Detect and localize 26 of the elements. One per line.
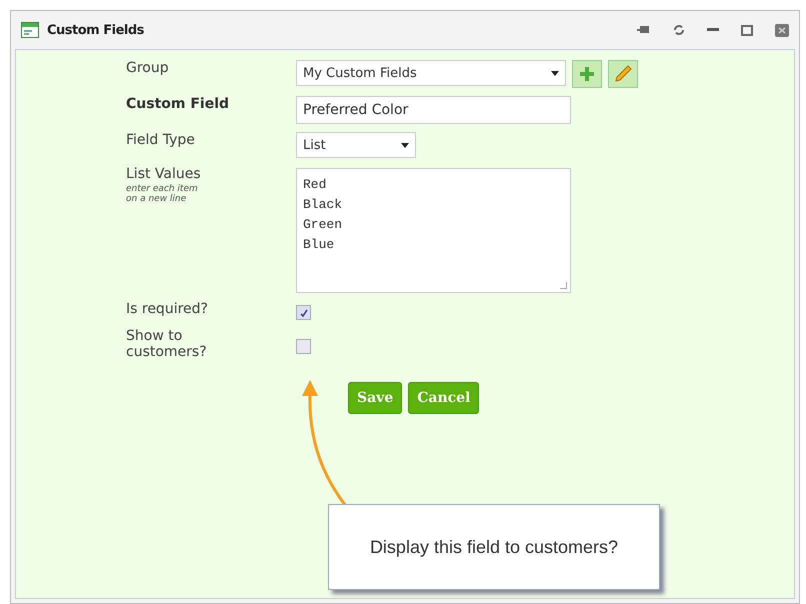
maximize-icon[interactable] <box>741 24 753 36</box>
check-icon <box>298 308 308 318</box>
field-hint: enter each item on a new line <box>126 184 199 204</box>
window-title: Custom Fields <box>47 22 144 38</box>
dropdown[interactable]: List <box>296 132 416 158</box>
checkbox[interactable] <box>296 338 311 354</box>
dropdown[interactable]: My Custom Fields <box>296 60 566 86</box>
resize-grip-icon[interactable] <box>560 282 567 289</box>
form-icon <box>21 22 39 38</box>
checkbox[interactable] <box>296 305 311 320</box>
minimize-icon[interactable] <box>707 28 719 32</box>
pencil-icon <box>613 64 633 84</box>
field-label: Group <box>126 60 170 76</box>
plus-icon <box>579 66 595 82</box>
field-label: List Values <box>126 166 202 182</box>
close-icon[interactable] <box>775 24 789 36</box>
field-label: Show to customers? <box>126 328 208 360</box>
pin-icon[interactable] <box>637 25 651 35</box>
refresh-icon[interactable] <box>673 24 685 36</box>
input-field[interactable]: Preferred Color <box>296 96 571 124</box>
field-label: Field Type <box>126 132 196 148</box>
field-label: Is required? <box>126 301 209 317</box>
list-values-field[interactable]: Red Black Green Blue <box>296 168 571 293</box>
field-label: Custom Field <box>126 96 230 112</box>
edit-button[interactable] <box>608 60 638 88</box>
callout-text: Display this field to customers? <box>370 536 618 558</box>
